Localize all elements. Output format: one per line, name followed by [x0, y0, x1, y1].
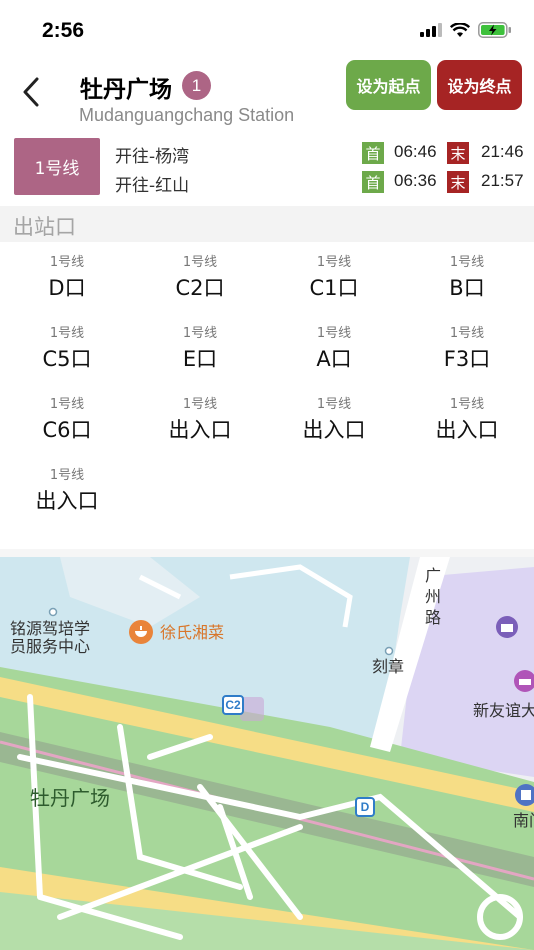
map-label-engraving: 刻章	[372, 657, 405, 676]
exit-item[interactable]: 1号线 F3口	[400, 325, 534, 375]
map-label-south-gate: 南门	[513, 811, 534, 830]
exit-line: 1号线	[316, 255, 352, 270]
station-map[interactable]: C2 D 铭源驾培学 员服务中心 徐氏湘菜 刻章 广州路 新友谊大 牡丹广场 南…	[0, 557, 534, 950]
first-train-tag: 首	[362, 142, 384, 164]
exit-item[interactable]: 1号线 C5口	[0, 325, 134, 375]
line-info-row: 1号线 开往-杨湾 首 06:46 末 21:46 开往-红山 首 06:36 …	[0, 128, 534, 206]
first-train-tag: 首	[362, 171, 384, 193]
line-number-badge: 1	[182, 71, 211, 100]
cellular-signal-icon	[420, 23, 442, 37]
exit-item[interactable]: 1号线 出入口	[0, 467, 134, 517]
exits-section-header: 出站口	[0, 206, 534, 242]
map-label-mall: 新友谊大	[473, 701, 534, 720]
exit-line: 1号线	[449, 397, 485, 412]
exit-name: C6口	[42, 418, 92, 442]
exit-line: 1号线	[182, 255, 218, 270]
set-start-button[interactable]: 设为起点	[346, 60, 431, 110]
exit-line: 1号线	[49, 255, 85, 270]
direction-label: 开往-杨湾	[115, 147, 190, 167]
exit-line: 1号线	[449, 326, 485, 341]
exit-item[interactable]: 1号线 C6口	[0, 396, 134, 446]
exit-item[interactable]: 1号线 A口	[267, 325, 401, 375]
map-label-road: 广州路	[425, 566, 442, 627]
map-divider	[0, 549, 534, 557]
mall-pin-icon[interactable]	[495, 615, 519, 639]
hotel-pin-icon[interactable]	[513, 669, 534, 693]
exit-name: 出入口	[35, 489, 99, 513]
exit-item[interactable]: 1号线 出入口	[133, 396, 267, 446]
line-badge[interactable]: 1号线	[14, 138, 100, 195]
exit-name: C5口	[42, 347, 92, 371]
exit-item[interactable]: 1号线 D口	[0, 254, 134, 304]
exit-line: 1号线	[316, 326, 352, 341]
exit-line: 1号线	[49, 326, 85, 341]
station-header: 牡丹广场 1 Mudanguangchang Station 设为起点 设为终点	[0, 56, 534, 126]
exit-marker-d[interactable]: D	[355, 797, 375, 817]
exit-line: 1号线	[49, 468, 85, 483]
gate-pin-icon[interactable]	[514, 783, 534, 807]
status-bar: 2:56	[0, 0, 534, 60]
last-train-time: 21:46	[481, 142, 524, 161]
exit-item[interactable]: 1号线 C2口	[133, 254, 267, 304]
exit-name: C2口	[175, 276, 225, 300]
first-train-time: 06:36	[394, 171, 437, 190]
direction-label: 开往-红山	[115, 176, 190, 196]
map-label-driving-school: 铭源驾培学	[10, 619, 91, 638]
exit-name: C1口	[309, 276, 359, 300]
battery-charging-icon	[478, 22, 511, 38]
exit-name: E口	[182, 347, 218, 371]
exit-name: D口	[48, 276, 86, 300]
first-train-time: 06:46	[394, 142, 437, 161]
status-icons	[420, 22, 512, 38]
chevron-left-icon	[23, 77, 39, 107]
map-label-restaurant: 徐氏湘菜	[160, 623, 225, 642]
last-train-tag: 末	[447, 171, 469, 193]
restaurant-pin-icon[interactable]	[128, 619, 154, 645]
exit-item[interactable]: 1号线 出入口	[400, 396, 534, 446]
exit-name: F3口	[443, 347, 491, 371]
status-time: 2:56	[42, 19, 85, 42]
exit-item[interactable]: 1号线 E口	[133, 325, 267, 375]
map-label-square: 牡丹广场	[30, 786, 110, 810]
map-label-driving-school: 员服务中心	[10, 637, 91, 656]
back-button[interactable]	[14, 72, 48, 112]
exit-item[interactable]: 1号线 B口	[400, 254, 534, 304]
exit-name: B口	[449, 276, 485, 300]
exit-item[interactable]: 1号线 C1口	[267, 254, 401, 304]
exit-marker-c2[interactable]: C2	[222, 695, 244, 715]
wifi-icon	[450, 22, 470, 37]
exit-name: 出入口	[168, 418, 232, 442]
last-train-tag: 末	[447, 142, 469, 164]
exit-line: 1号线	[449, 255, 485, 270]
exit-name: A口	[316, 347, 352, 371]
exits-section-title: 出站口	[13, 215, 76, 239]
station-title: 牡丹广场	[80, 77, 172, 103]
exit-line: 1号线	[182, 326, 218, 341]
exit-line: 1号线	[49, 397, 85, 412]
station-english-name: Mudanguangchang Station	[79, 105, 295, 125]
set-end-button[interactable]: 设为终点	[437, 60, 522, 110]
exit-line: 1号线	[316, 397, 352, 412]
map-canvas	[0, 557, 534, 950]
exit-line: 1号线	[182, 397, 218, 412]
exit-item[interactable]: 1号线 出入口	[267, 396, 401, 446]
exit-name: 出入口	[435, 418, 499, 442]
last-train-time: 21:57	[481, 171, 524, 190]
exit-name: 出入口	[302, 418, 366, 442]
